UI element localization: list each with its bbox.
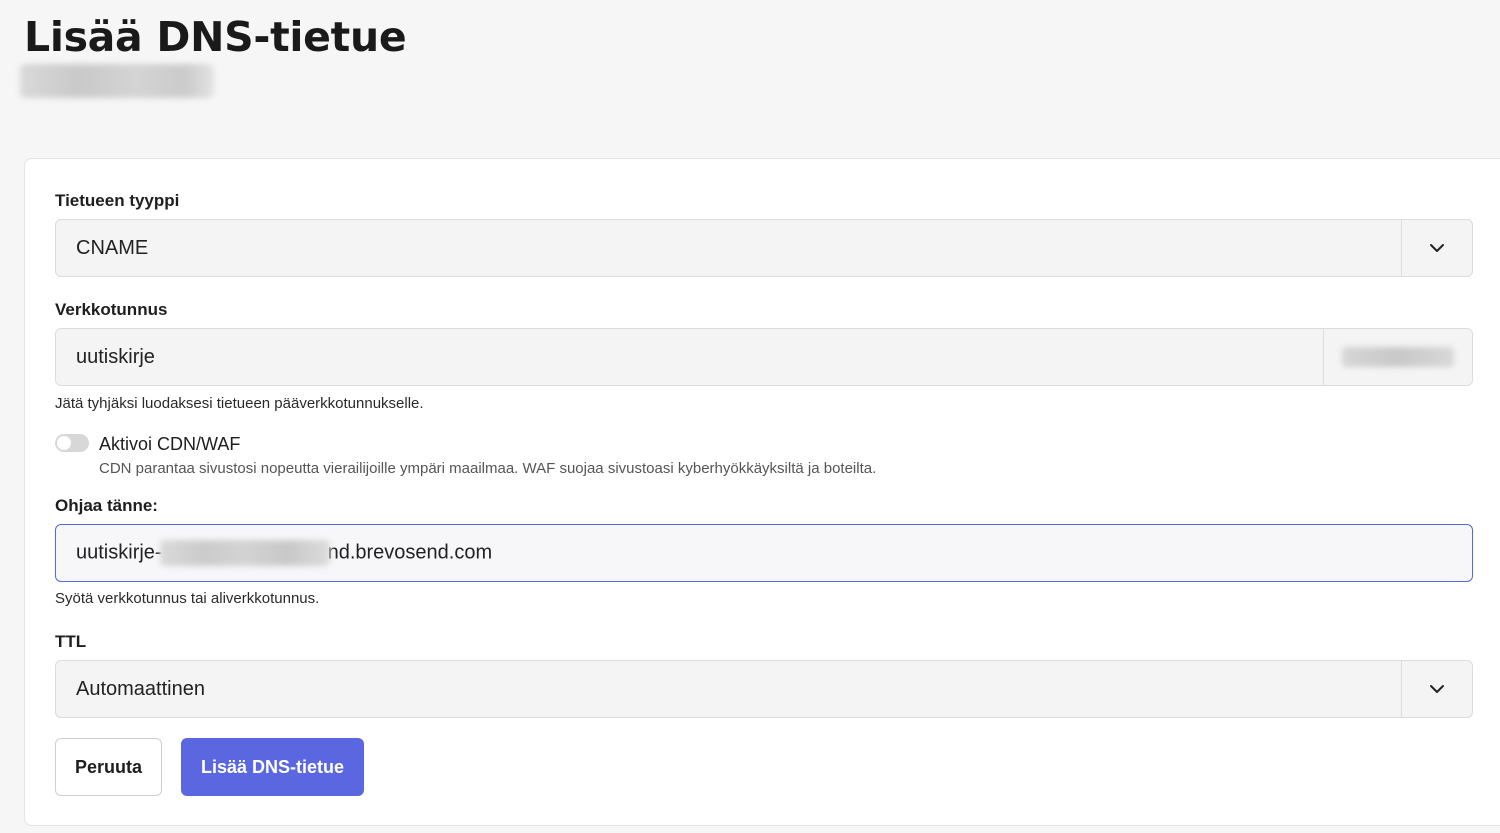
domain-suffix-redacted [1342, 347, 1454, 367]
ttl-value: Automaattinen [76, 677, 205, 700]
target-help-text: Syötä verkkotunnus tai aliverkkotunnus. [55, 590, 320, 607]
add-dns-record-button[interactable]: Lisää DNS-tietue [181, 738, 364, 796]
target-value-prefix: uutiskirje- [76, 541, 162, 564]
cdn-toggle-label: Aktivoi CDN/WAF [99, 434, 241, 454]
domain-suffix [1323, 329, 1472, 385]
ttl-label: TTL [55, 632, 87, 651]
dns-record-form: Tietueen tyyppi CNAME Verkkotunnus uutis… [24, 158, 1500, 826]
toggle-knob [57, 436, 71, 450]
target-input-value: uutiskirje-nd.brevosend.com [56, 540, 1472, 566]
cdn-toggle[interactable] [55, 434, 89, 452]
target-value-suffix: nd.brevosend.com [327, 541, 493, 564]
record-type-label: Tietueen tyyppi [55, 191, 180, 210]
cancel-button[interactable]: Peruuta [55, 738, 162, 796]
record-type-value: CNAME [76, 236, 149, 259]
ttl-select[interactable]: Automaattinen [55, 660, 1473, 718]
domain-name-redacted [20, 64, 214, 98]
target-input[interactable]: uutiskirje-nd.brevosend.com [55, 524, 1473, 582]
target-label: Ohjaa tänne: [55, 496, 158, 515]
chevron-down-icon[interactable] [1401, 661, 1472, 717]
domain-help-text: Jätä tyhjäksi luodaksesi tietueen pääver… [55, 395, 424, 412]
page-title: Lisää DNS-tietue [24, 13, 407, 61]
domain-input[interactable]: uutiskirje [55, 328, 1473, 386]
cdn-toggle-description: CDN parantaa sivustosi nopeutta vieraili… [99, 460, 877, 477]
record-type-select[interactable]: CNAME [55, 219, 1473, 277]
domain-label: Verkkotunnus [55, 300, 168, 319]
chevron-down-icon[interactable] [1401, 220, 1472, 276]
domain-input-value: uutiskirje [76, 345, 155, 368]
target-value-redacted [159, 540, 330, 566]
